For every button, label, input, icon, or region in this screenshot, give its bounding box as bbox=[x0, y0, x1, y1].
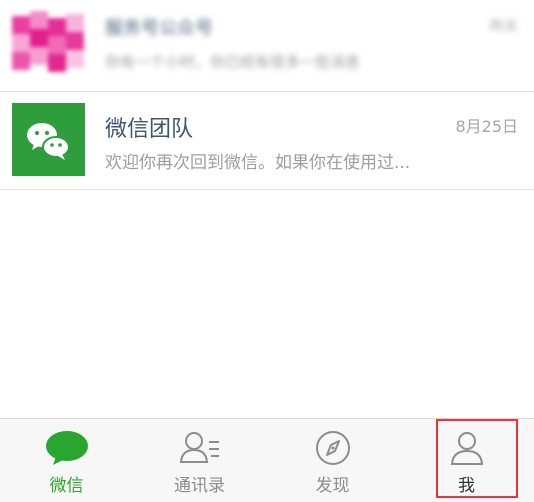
tab-chats[interactable]: 微信 bbox=[0, 419, 133, 502]
chat-time: 昨天 bbox=[490, 19, 518, 35]
chat-row[interactable]: 微信团队 欢迎你再次回到微信。如果你在使用过... 8月25日 bbox=[0, 93, 534, 187]
compass-icon bbox=[315, 431, 350, 465]
tab-label: 发现 bbox=[315, 476, 350, 496]
blurred-avatar-icon bbox=[12, 6, 85, 79]
divider bbox=[0, 91, 534, 92]
chat-preview: 欢迎你再次回到微信。如果你在使用过... bbox=[105, 153, 411, 173]
chat-name: 微信团队 bbox=[105, 117, 194, 142]
wechat-logo-icon bbox=[12, 103, 85, 176]
tab-label: 微信 bbox=[49, 476, 84, 496]
chat-bubble-icon bbox=[45, 431, 88, 465]
contacts-icon bbox=[179, 432, 219, 463]
chat-row[interactable]: 服务号公众号 你有一个小时，你已经有很多一些消息 昨天 bbox=[0, 0, 534, 90]
chat-preview: 你有一个小时，你已经有很多一些消息 bbox=[105, 53, 361, 71]
tab-contacts[interactable]: 通讯录 bbox=[133, 419, 266, 502]
chat-name: 服务号公众号 bbox=[105, 18, 213, 39]
chat-time: 8月25日 bbox=[455, 117, 518, 136]
divider bbox=[0, 189, 534, 190]
highlight-box bbox=[436, 419, 518, 498]
tab-discover[interactable]: 发现 bbox=[266, 419, 399, 502]
tab-label: 通讯录 bbox=[174, 476, 225, 496]
